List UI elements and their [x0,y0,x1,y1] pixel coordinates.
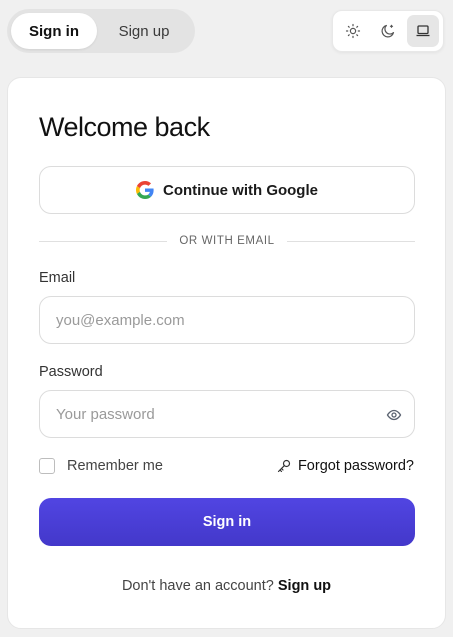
auth-tabs: Sign in Sign up [7,9,195,53]
divider-text: OR WITH EMAIL [179,235,275,247]
forgot-password-link[interactable]: Forgot password? [276,458,414,474]
google-button-label: Continue with Google [163,181,318,199]
google-logo-icon [136,181,154,199]
remember-me-label: Remember me [67,458,163,474]
password-field-wrapper [39,390,415,438]
google-sign-in-button[interactable]: Continue with Google [39,166,415,214]
divider-line [39,240,168,242]
sign-up-prompt-text: Don't have an account? [121,578,278,594]
sign-in-card: Welcome back Continue with Google OR WIT… [7,77,446,629]
email-field[interactable] [40,297,414,343]
forgot-password-label: Forgot password? [297,458,414,474]
toggle-password-visibility[interactable] [384,405,404,425]
theme-switcher [332,10,444,52]
tab-sign-in[interactable]: Sign in [11,13,97,49]
sign-up-link[interactable]: Sign up [278,578,331,594]
key-icon [277,459,291,473]
system-theme-button[interactable] [407,15,439,47]
sign-up-prompt: Don't have an account? Sign up [8,578,445,594]
tab-sign-up[interactable]: Sign up [97,13,191,49]
remember-me-checkbox[interactable] [39,458,55,474]
sun-icon [345,23,361,39]
page-title: Welcome back [39,112,210,142]
remember-me[interactable]: Remember me [39,458,163,474]
password-label: Password [39,364,103,380]
password-field[interactable] [40,391,414,437]
dark-theme-button[interactable] [372,15,404,47]
laptop-icon [416,25,430,37]
moon-icon [381,24,395,38]
sign-in-button[interactable]: Sign in [39,498,415,546]
divider: OR WITH EMAIL [39,233,415,249]
email-label: Email [39,270,76,286]
eye-icon [386,409,402,421]
light-theme-button[interactable] [337,15,369,47]
email-field-wrapper [39,296,415,344]
divider-line [286,240,415,242]
